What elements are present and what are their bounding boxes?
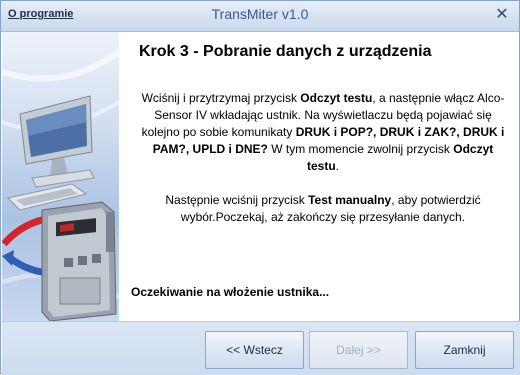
instruction-paragraph-1: Wciśnij i przytrzymaj przycisk Odczyt te… (137, 90, 509, 175)
title-bar: O programie TransMiter v1.0 ✕ (1, 1, 519, 32)
odczyt-testu-label: Odczyt testu (300, 91, 373, 105)
p1-text-3: W tym momencie zwolnij przycisk (267, 142, 454, 156)
step-title: Krok 3 - Pobranie danych z urządzenia (139, 43, 432, 60)
p1-text-1: Wciśnij i przytrzymaj przycisk (141, 91, 301, 105)
status-text: Oczekiwanie na włożenie ustnika... (131, 285, 330, 299)
p2-text-1: Następnie wciśnij przycisk (165, 193, 309, 207)
instructions: Wciśnij i przytrzymaj przycisk Odczyt te… (137, 90, 509, 226)
p1-text-4: . (335, 159, 339, 173)
close-button[interactable]: Zamknij (415, 331, 514, 369)
content-panel: Krok 3 - Pobranie danych z urządzenia Wc… (119, 32, 519, 321)
side-illustration (2, 32, 119, 321)
test-manualny-label: Test manualny (308, 193, 392, 207)
window-title: TransMiter v1.0 (211, 6, 309, 22)
close-icon[interactable]: ✕ (493, 6, 511, 24)
computer-and-breathalyzer-icon (2, 49, 119, 321)
button-bar: << Wstecz Dalej >> Zamknij (2, 321, 520, 375)
instruction-paragraph-2: Następnie wciśnij przycisk Test manualny… (137, 192, 509, 226)
next-button[interactable]: Dalej >> (309, 331, 408, 369)
back-button[interactable]: << Wstecz (205, 331, 304, 369)
wizard-window: O programie TransMiter v1.0 ✕ Krok 3 - P… (0, 0, 520, 375)
